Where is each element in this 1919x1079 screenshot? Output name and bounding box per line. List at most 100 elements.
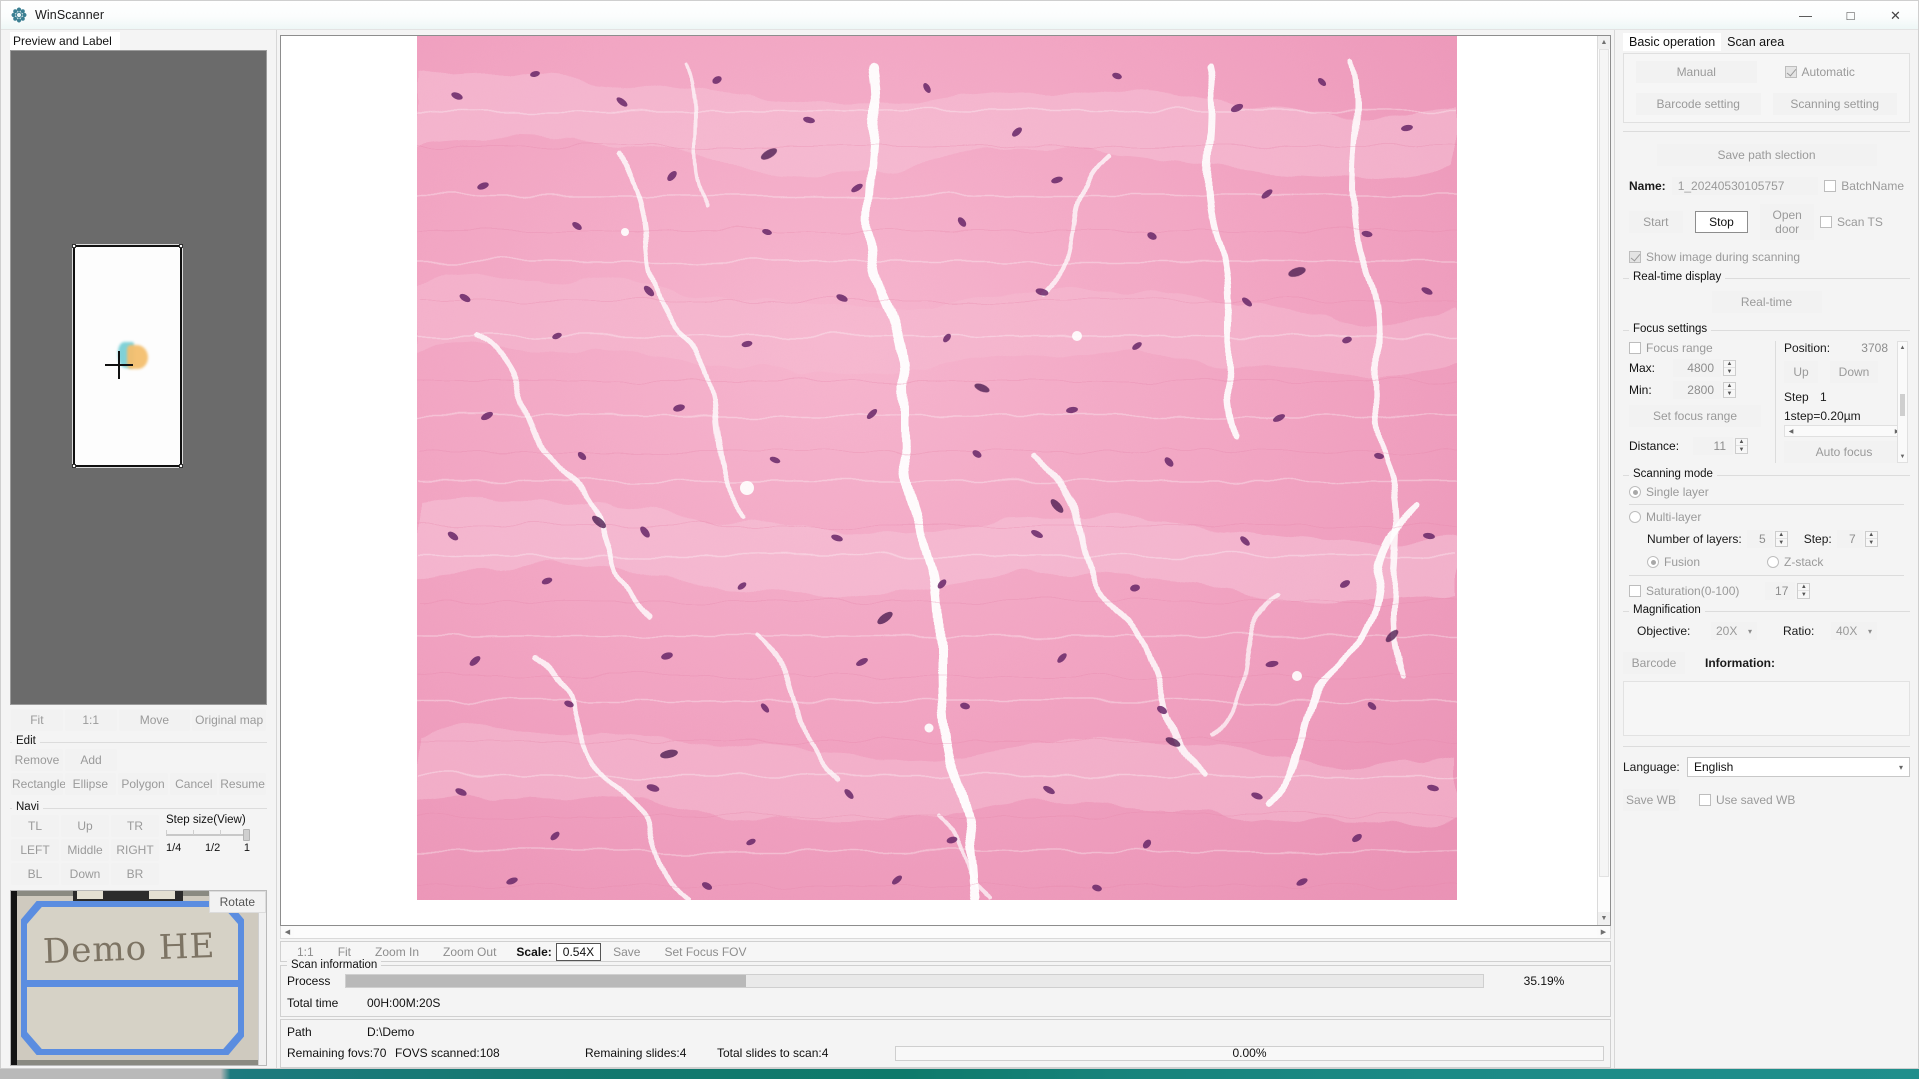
histology-image[interactable] [417, 36, 1457, 900]
edit-resume-button[interactable]: Resume [219, 773, 266, 795]
slide-image-canvas[interactable] [281, 36, 1597, 925]
edit-ellipse-button[interactable]: Ellipse [65, 773, 116, 795]
layer-step-stepper[interactable]: ▲ ▼ [1864, 531, 1878, 547]
objective-select[interactable]: 20X ▾ [1711, 622, 1757, 640]
barcode-setting-button[interactable]: Barcode setting [1636, 93, 1761, 115]
use-saved-wb-checkbox[interactable]: Use saved WB [1699, 793, 1795, 807]
fusion-radio[interactable]: Fusion [1647, 555, 1767, 569]
navi-left-button[interactable]: LEFT [11, 839, 59, 861]
z-stack-radio[interactable]: Z-stack [1767, 555, 1823, 569]
distance-stepper[interactable]: ▲ ▼ [1735, 438, 1748, 454]
image-1to1-button[interactable]: 1:1 [285, 943, 326, 961]
multi-layer-radio[interactable]: Multi-layer [1629, 510, 1904, 524]
focus-range-checkbox[interactable]: Focus range [1629, 341, 1767, 355]
number-of-layers-stepper[interactable]: ▲ ▼ [1774, 531, 1788, 547]
focus-min-input[interactable]: 2800 [1673, 381, 1721, 399]
focus-scroll-left-icon[interactable]: ◀ [1785, 428, 1797, 435]
preview-fit-button[interactable]: Fit [11, 709, 63, 731]
slide-handle-br[interactable] [179, 464, 183, 468]
edit-remove-button[interactable]: Remove [11, 749, 63, 771]
language-select[interactable]: English ▾ [1687, 757, 1910, 777]
image-save-button[interactable]: Save [601, 943, 652, 961]
start-button[interactable]: Start [1629, 211, 1683, 233]
focus-down-button[interactable]: Down [1830, 361, 1878, 383]
slide-preview-viewport[interactable] [10, 50, 267, 705]
set-focus-range-button[interactable]: Set focus range [1629, 405, 1761, 427]
rotate-label-button[interactable]: Rotate [208, 891, 266, 913]
scroll-down-arrow-icon[interactable]: ▼ [1598, 912, 1610, 925]
tab-preview-and-label[interactable]: Preview and Label [10, 32, 120, 50]
saturation-stepper[interactable]: ▲ ▼ [1797, 583, 1811, 599]
batchname-checkbox[interactable]: BatchName [1824, 179, 1904, 193]
slide-handle-tr[interactable] [179, 244, 183, 248]
show-image-checkbox[interactable]: Show image during scanning [1629, 250, 1904, 264]
layer-step-input[interactable]: 7 [1836, 530, 1863, 548]
focus-scroll-up-icon[interactable]: ▲ [1898, 342, 1907, 353]
slide-handle-tl[interactable] [72, 244, 76, 248]
close-button[interactable]: ✕ [1873, 1, 1918, 30]
name-input[interactable]: 1_20240530105757 [1671, 177, 1819, 195]
saturation-input[interactable]: 17 [1765, 582, 1796, 600]
scale-input[interactable]: 0.54X [555, 942, 602, 961]
scroll-up-arrow-icon[interactable]: ▲ [1598, 36, 1610, 49]
single-layer-radio[interactable]: Single layer [1629, 485, 1904, 499]
image-zoom-out-button[interactable]: Zoom Out [431, 943, 508, 961]
edit-rectangle-button[interactable]: Rectangle [11, 773, 66, 795]
scan-ts-checkbox[interactable]: Scan TS [1820, 215, 1904, 229]
label-photo-scrollbar[interactable] [258, 891, 266, 1065]
preview-original-map-button[interactable]: Original map [192, 709, 266, 731]
horizontal-scroll-trough[interactable] [294, 926, 1597, 938]
edit-add-button[interactable]: Add [65, 749, 117, 771]
barcode-information-area[interactable] [1623, 681, 1910, 736]
scanning-setting-button[interactable]: Scanning setting [1772, 93, 1897, 115]
open-door-button[interactable]: Open door [1760, 204, 1815, 240]
real-time-button[interactable]: Real-time [1711, 291, 1822, 313]
saturation-checkbox[interactable]: Saturation(0-100) [1629, 584, 1739, 598]
distance-input[interactable]: 11 [1693, 437, 1733, 455]
navi-br-button[interactable]: BR [111, 863, 159, 885]
focus-up-button[interactable]: Up [1784, 361, 1818, 383]
navi-tr-button[interactable]: TR [111, 815, 159, 837]
image-zoom-in-button[interactable]: Zoom In [363, 943, 431, 961]
focus-max-stepper[interactable]: ▲ ▼ [1723, 360, 1736, 376]
focus-horizontal-scrollbar[interactable]: ◀ ▶ [1784, 425, 1904, 437]
image-horizontal-scrollbar[interactable]: ◀ ▶ [280, 926, 1611, 939]
scroll-right-arrow-icon[interactable]: ▶ [1597, 928, 1610, 936]
edit-polygon-button[interactable]: Polygon [117, 773, 169, 795]
tab-basic-operation[interactable]: Basic operation [1623, 33, 1722, 51]
navi-tl-button[interactable]: TL [11, 815, 59, 837]
focus-min-stepper[interactable]: ▲ ▼ [1723, 382, 1736, 398]
preview-move-button[interactable]: Move [118, 709, 191, 731]
step-size-slider-thumb[interactable] [243, 829, 250, 841]
image-vertical-scrollbar[interactable]: ▲ ▼ [1597, 36, 1610, 925]
tab-scan-area[interactable]: Scan area [1721, 33, 1790, 51]
auto-focus-button[interactable]: Auto focus [1784, 441, 1904, 463]
navi-middle-button[interactable]: Middle [61, 839, 109, 861]
vertical-scroll-thumb[interactable] [1599, 49, 1609, 878]
save-wb-button[interactable]: Save WB [1623, 789, 1679, 811]
edit-cancel-button[interactable]: Cancel [170, 773, 218, 795]
minimize-button[interactable]: — [1783, 1, 1828, 30]
slide-label-photo[interactable]: Demo HE Rotate [10, 890, 267, 1066]
set-focus-fov-button[interactable]: Set Focus FOV [652, 943, 758, 961]
number-of-layers-input[interactable]: 5 [1746, 530, 1773, 548]
barcode-button[interactable]: Barcode [1623, 652, 1685, 674]
navi-up-button[interactable]: Up [61, 815, 109, 837]
focus-max-input[interactable]: 4800 [1673, 359, 1721, 377]
save-path-selection-button[interactable]: Save path slection [1656, 144, 1877, 166]
focus-vertical-scrollbar[interactable]: ▲ ▼ [1897, 341, 1908, 463]
manual-button[interactable]: Manual [1636, 61, 1757, 83]
step-size-slider[interactable] [166, 829, 250, 841]
focus-scroll-trough[interactable] [1898, 353, 1907, 451]
scroll-left-arrow-icon[interactable]: ◀ [281, 928, 294, 936]
maximize-button[interactable]: □ [1828, 1, 1873, 30]
automatic-checkbox[interactable]: Automatic [1784, 65, 1855, 79]
slide-handle-bl[interactable] [72, 464, 76, 468]
ratio-select[interactable]: 40X ▾ [1831, 622, 1877, 640]
navi-right-button[interactable]: RIGHT [111, 839, 159, 861]
navi-bl-button[interactable]: BL [11, 863, 59, 885]
navi-down-button[interactable]: Down [61, 863, 109, 885]
stop-button[interactable]: Stop [1694, 211, 1749, 233]
focus-scroll-down-icon[interactable]: ▼ [1898, 451, 1907, 462]
image-fit-button[interactable]: Fit [326, 943, 363, 961]
